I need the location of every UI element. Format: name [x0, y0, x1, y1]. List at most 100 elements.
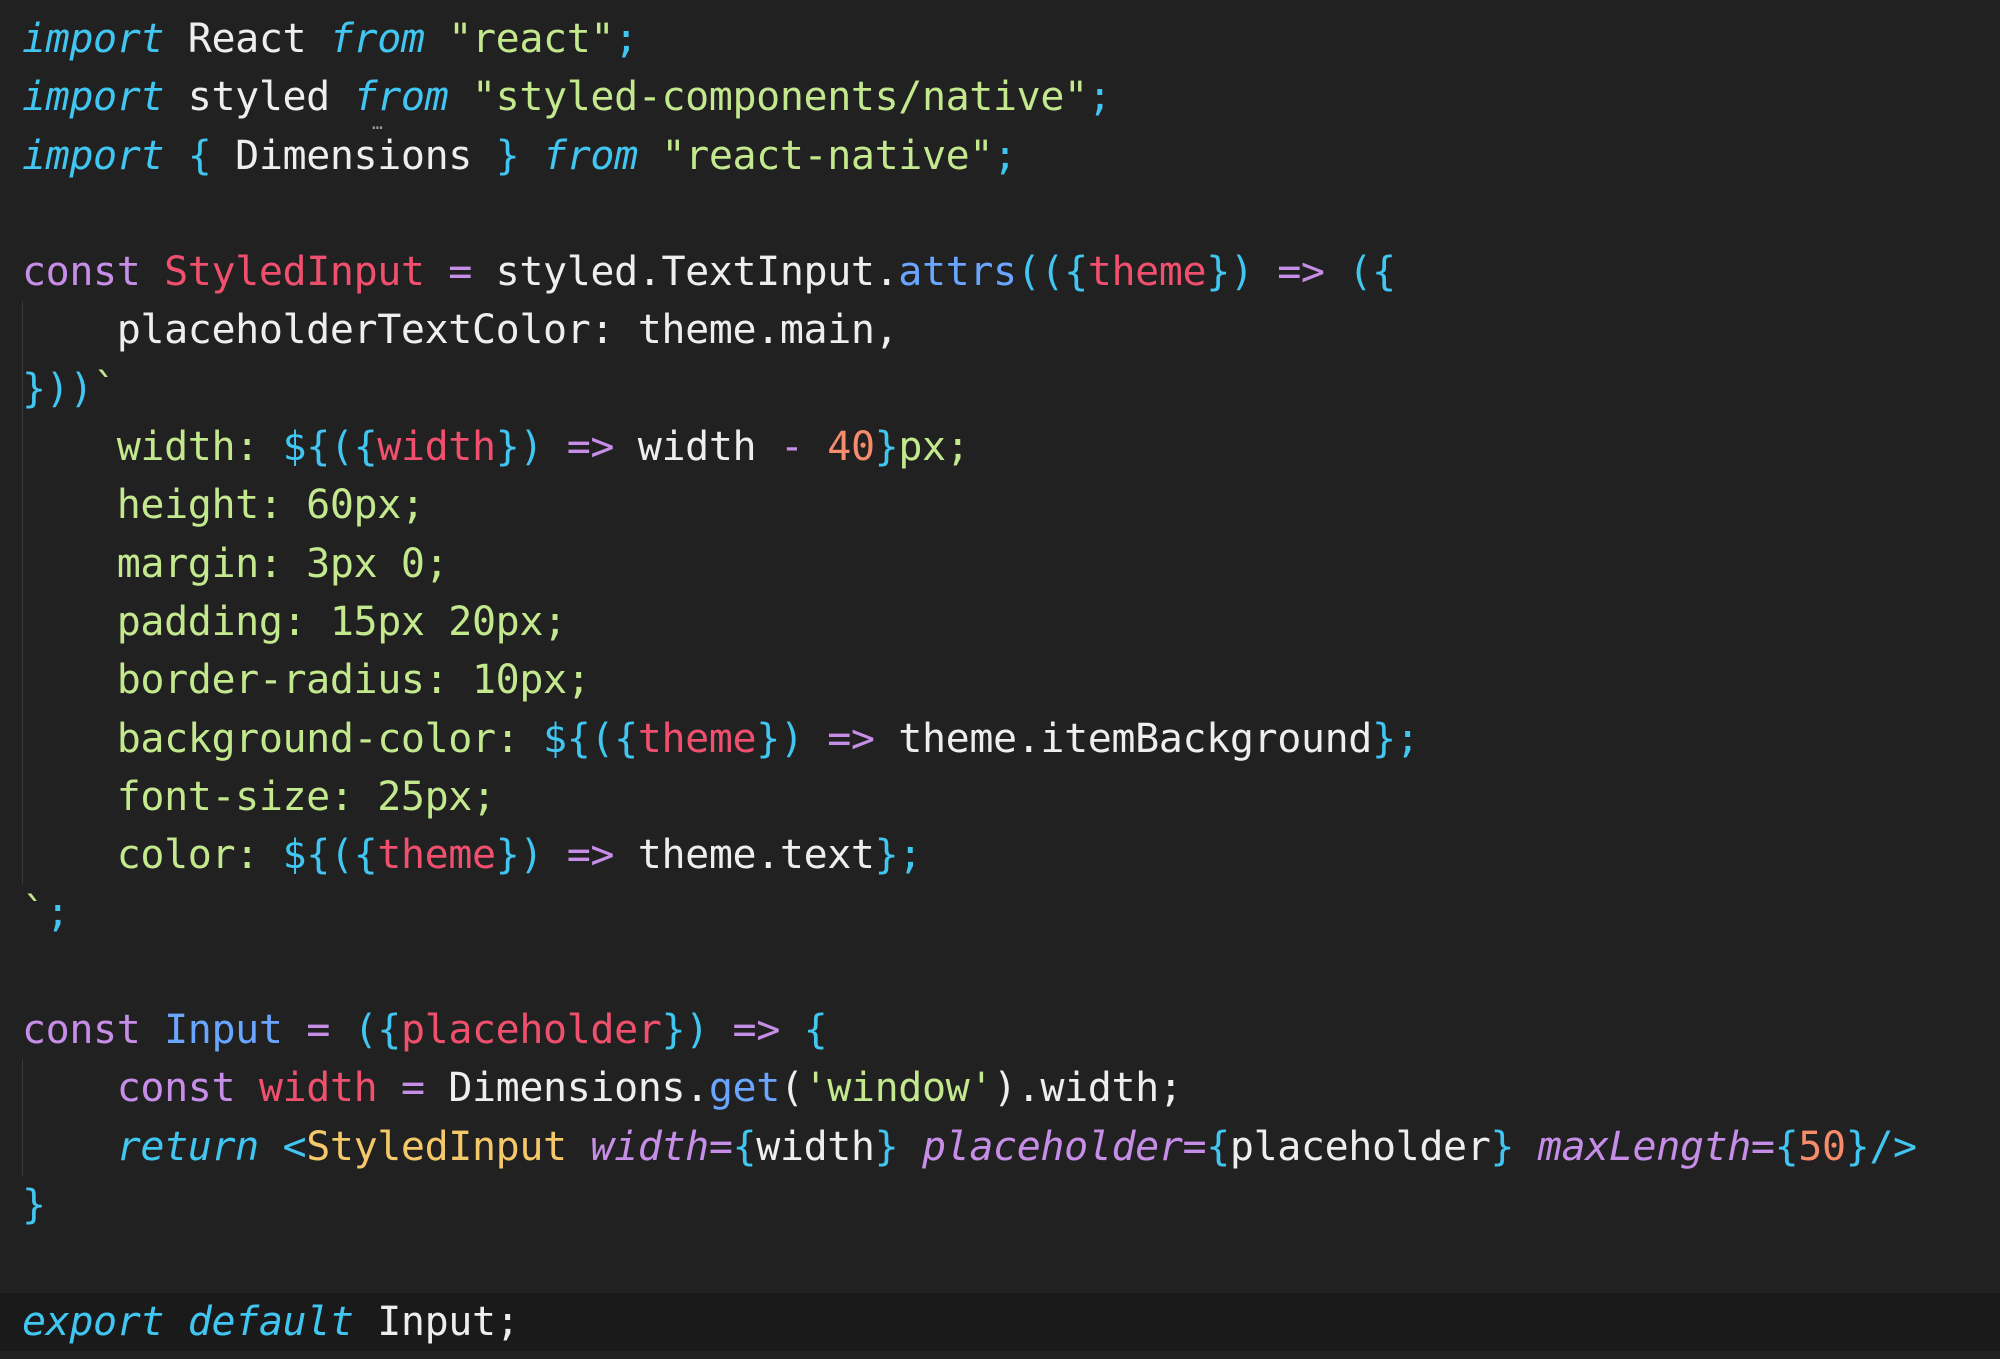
code-token: from — [353, 74, 449, 121]
code-line[interactable]: import { Dimensions } from "react-native… — [0, 127, 2000, 185]
code-token: const — [22, 249, 141, 296]
code-token: ({ — [1348, 249, 1396, 296]
code-token: font-size: 25px; — [22, 773, 496, 820]
code-token: 'window' — [803, 1065, 994, 1112]
indent-guide — [22, 418, 23, 477]
code-line[interactable]: import React from "react"; — [0, 10, 2000, 68]
code-token: = — [708, 1123, 733, 1170]
code-token: const — [22, 1007, 141, 1054]
code-line[interactable]: margin: 3px 0; — [0, 534, 2000, 593]
indent-guide — [22, 1059, 23, 1118]
code-line[interactable] — [0, 943, 2000, 1001]
code-editor[interactable]: import React from "react"; import styled … — [0, 0, 2000, 1351]
indent-guide — [22, 476, 23, 535]
code-token: => — [1253, 249, 1349, 296]
code-token: StyledInput — [164, 249, 425, 296]
code-line[interactable]: }))` — [0, 359, 2000, 419]
code-line[interactable]: const Input = ({placeholder}) => { — [0, 1001, 2000, 1059]
code-token: export — [22, 1298, 165, 1345]
code-line[interactable]: import styled from "styled-components/na… — [0, 68, 2000, 126]
code-token: => — [708, 1007, 804, 1054]
code-token: margin: 3px 0; — [22, 540, 449, 587]
code-line[interactable] — [0, 185, 2000, 243]
code-token: ({ — [329, 832, 378, 879]
code-line[interactable]: height: 60px; — [0, 476, 2000, 535]
code-token: ( — [779, 1065, 804, 1112]
code-line[interactable]: background-color: ${({theme}) => theme.i… — [0, 709, 2000, 768]
code-token: ` — [22, 890, 46, 937]
code-token: ${ — [543, 715, 591, 762]
code-token: "react-native" — [661, 132, 994, 179]
indent-guide — [22, 767, 23, 827]
suggestion-hint-icon[interactable]: … — [372, 113, 383, 134]
code-token: } — [1490, 1123, 1515, 1170]
code-line[interactable]: } — [0, 1176, 2000, 1234]
code-token: ; — [1087, 74, 1112, 121]
code-token: styled — [164, 74, 354, 121]
code-token: = — [1750, 1123, 1775, 1170]
code-line[interactable]: export default Input; — [0, 1292, 2000, 1351]
code-token: theme.itemBackground — [898, 715, 1372, 762]
indent-guide — [22, 359, 23, 419]
code-token: ({ — [590, 715, 638, 762]
code-line[interactable]: `; — [0, 884, 2000, 942]
code-token: theme — [377, 832, 496, 879]
code-token: placeholderTextColor: theme.main, — [22, 307, 899, 354]
code-token: ` — [93, 365, 117, 412]
code-token: Input; — [353, 1298, 520, 1345]
code-token: = — [377, 1065, 449, 1112]
code-token: 40 — [827, 424, 875, 471]
code-token: } — [22, 1181, 46, 1228]
code-line[interactable]: return <StyledInput width={width} placeh… — [0, 1117, 2000, 1176]
code-token: = — [424, 249, 496, 296]
code-token: default — [187, 1298, 354, 1345]
code-token: theme — [1087, 249, 1207, 296]
code-line[interactable] — [0, 1234, 2000, 1292]
indent-guide — [22, 301, 23, 360]
code-token: px; — [898, 424, 970, 471]
code-line[interactable]: border-radius: 10px; — [0, 651, 2000, 710]
code-line[interactable]: font-size: 25px; — [0, 767, 2000, 827]
code-token: ({ — [329, 424, 378, 471]
indent-guide — [22, 651, 23, 710]
code-token: { — [187, 132, 212, 179]
code-token: React — [164, 16, 330, 62]
code-token: maxLength — [1537, 1123, 1752, 1170]
code-token: 50 — [1798, 1123, 1846, 1170]
code-token: import — [22, 16, 165, 62]
code-token: ${ — [282, 832, 331, 879]
code-token: Dimensions — [211, 132, 496, 179]
code-token: border-radius: 10px; — [22, 657, 591, 704]
code-token: { — [1206, 1123, 1230, 1170]
code-token: get — [708, 1065, 780, 1112]
code-token: width — [258, 1065, 378, 1112]
code-token: ; — [993, 132, 1017, 179]
code-token: }) — [661, 1007, 709, 1054]
code-token: return — [116, 1123, 259, 1170]
code-token: background-color: — [22, 715, 544, 762]
code-line[interactable]: color: ${({theme}) => theme.text}; — [0, 826, 2000, 885]
code-line[interactable]: const StyledInput = styled.TextInput.att… — [0, 243, 2000, 301]
code-token: => — [803, 715, 899, 762]
code-line[interactable]: const width = Dimensions.get('window').w… — [0, 1059, 2000, 1118]
code-token: }) — [495, 832, 544, 879]
code-line[interactable]: padding: 15px 20px; — [0, 592, 2000, 652]
code-token: theme.text — [637, 832, 875, 879]
code-token: attrs — [898, 249, 1017, 296]
code-line[interactable]: width: ${({width}) => width - 40}px; — [0, 418, 2000, 477]
code-token: { — [1774, 1123, 1799, 1170]
code-line[interactable]: placeholderTextColor: theme.main, — [0, 301, 2000, 360]
